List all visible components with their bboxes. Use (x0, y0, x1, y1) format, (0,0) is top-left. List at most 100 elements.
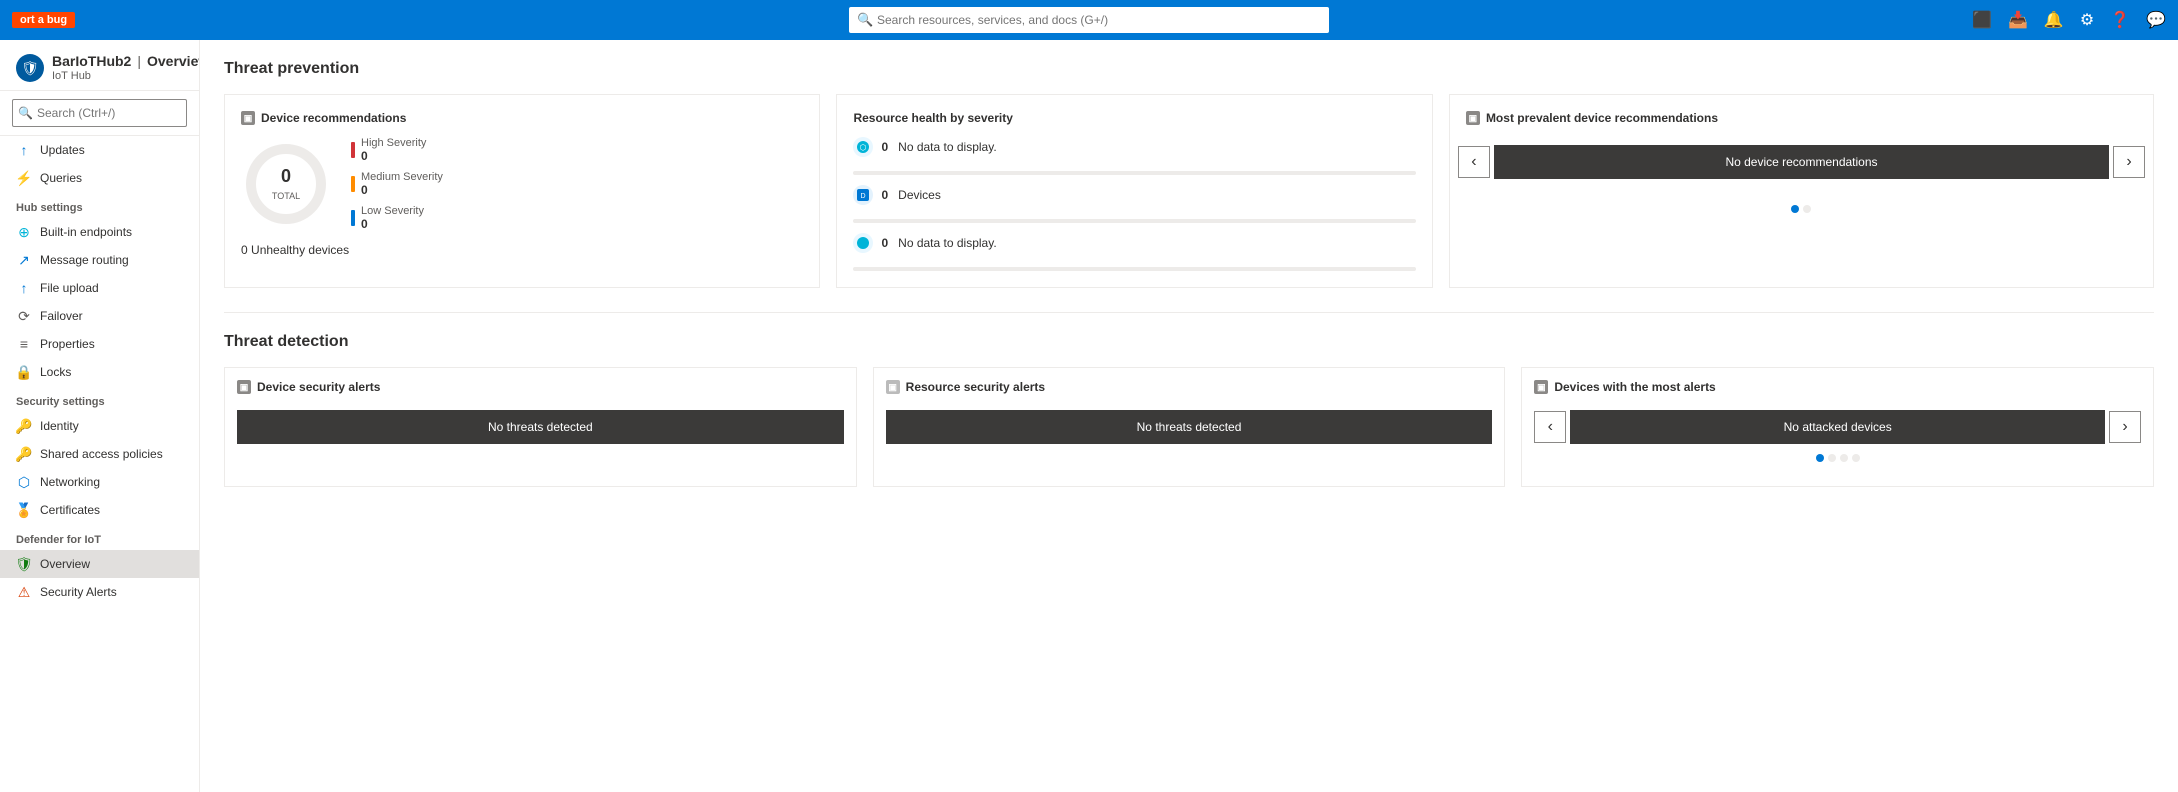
sidebar-item-properties[interactable]: ≡ Properties (0, 330, 199, 358)
next-recommendation-button[interactable]: › (2113, 146, 2145, 178)
attacked-dot-3 (1852, 454, 1860, 462)
attacked-dot-0 (1816, 454, 1824, 462)
low-severity-count: 0 (361, 217, 424, 231)
resource-health-title: Resource health by severity (853, 111, 1415, 125)
severity-medium: Medium Severity 0 (351, 171, 443, 197)
sidebar-item-label: Security Alerts (40, 585, 117, 599)
sidebar-item-locks[interactable]: 🔒 Locks (0, 358, 199, 386)
unhealthy-value: 0 (241, 243, 248, 257)
sidebar-item-label: Queries (40, 171, 82, 185)
locks-icon: 🔒 (16, 364, 32, 380)
no-attacked-devices-button[interactable]: No attacked devices (1570, 410, 2105, 444)
device-rec-title-icon: ▣ (241, 111, 255, 125)
high-severity-count: 0 (361, 149, 426, 163)
health-svg-0: ⬡ (856, 140, 870, 154)
sidebar-item-overview[interactable]: 🛡 Overview (0, 550, 199, 578)
portal-feedback-icon[interactable]: 📥 (2008, 10, 2028, 30)
resource-type: IoT Hub (52, 70, 200, 82)
no-threats-detected-button-2[interactable]: No threats detected (886, 410, 1493, 444)
sidebar-item-identity[interactable]: 🔑 Identity (0, 412, 199, 440)
svg-text:D: D (861, 193, 866, 200)
sidebar-item-file-upload[interactable]: ↑ File upload (0, 274, 199, 302)
health-bar-2 (853, 267, 1415, 271)
resource-header: 🛡 BarIoTHub2 | Overview ... IoT Hub ✕ (0, 40, 199, 91)
sidebar-item-security-alerts[interactable]: ⚠ Security Alerts (0, 578, 199, 606)
sidebar-item-label: Message routing (40, 253, 129, 267)
help-icon[interactable]: ❓ (2110, 10, 2130, 30)
sidebar-search-icon: 🔍 (18, 106, 33, 120)
device-recommendations-card: ▣ Device recommendations 0 TOTAL (224, 94, 820, 288)
severity-high: High Severity 0 (351, 137, 443, 163)
notifications-icon[interactable]: 🔔 (2044, 10, 2064, 30)
sidebar-item-built-in-endpoints[interactable]: ⊕ Built-in endpoints (0, 218, 199, 246)
most-prevalent-title: ▣ Most prevalent device recommendations (1466, 111, 2137, 125)
health-item-2: 0 No data to display. (853, 233, 1415, 253)
resource-separator: | (137, 53, 141, 69)
sidebar-item-shared-access-policies[interactable]: 🔑 Shared access policies (0, 440, 199, 468)
dot-0 (1791, 205, 1799, 213)
medium-severity-bar (351, 176, 355, 192)
search-input[interactable] (849, 7, 1329, 33)
prev-attacked-device-button[interactable]: ‹ (1534, 411, 1566, 443)
sidebar-item-label: Networking (40, 475, 100, 489)
file-upload-icon: ↑ (16, 280, 32, 296)
sidebar-item-label: Locks (40, 365, 71, 379)
settings-icon[interactable]: ⚙ (2080, 10, 2094, 30)
attacked-dot-1 (1828, 454, 1836, 462)
attacked-dot-2 (1840, 454, 1848, 462)
sidebar-item-updates[interactable]: ↑ Updates (0, 136, 199, 164)
health-label-1: Devices (898, 188, 941, 202)
svg-text:⬡: ⬡ (860, 143, 867, 152)
health-list: ⬡ 0 No data to display. D (853, 137, 1415, 271)
resource-health-card: Resource health by severity ⬡ 0 No d (836, 94, 1432, 288)
health-count-0: 0 (881, 140, 888, 154)
donut-value: 0 (272, 166, 300, 187)
sidebar-item-networking[interactable]: ⬡ Networking (0, 468, 199, 496)
attacked-devices-dots (1534, 454, 2141, 462)
most-prevalent-icon: ▣ (1466, 111, 1480, 125)
no-threats-detected-button-1[interactable]: No threats detected (237, 410, 844, 444)
networking-icon: ⬡ (16, 474, 32, 490)
hub-settings-label: Hub settings (0, 192, 199, 218)
device-security-alerts-title: ▣ Device security alerts (237, 380, 844, 394)
unhealthy-text: 0 Unhealthy devices (241, 243, 803, 257)
medium-severity-count: 0 (361, 183, 443, 197)
donut-section: 0 TOTAL High Severity 0 (241, 137, 803, 231)
overview-icon: 🛡 (16, 556, 32, 572)
sidebar-search-container: 🔍 (0, 91, 199, 136)
resource-health-title-text: Resource health by severity (853, 111, 1012, 125)
health-item-1: D 0 Devices (853, 185, 1415, 205)
threat-prevention-title: Threat prevention (224, 60, 2154, 78)
cloud-shell-icon[interactable]: ⬛ (1972, 10, 1992, 30)
attacked-devices-content: No attacked devices (1570, 410, 2105, 444)
sidebar-item-label: Shared access policies (40, 447, 163, 461)
low-severity-bar (351, 210, 355, 226)
bug-report-button[interactable]: ort a bug (12, 12, 75, 28)
defender-label: Defender for IoT (0, 524, 199, 550)
sidebar-nav: ↑ Updates ⚡ Queries Hub settings ⊕ Built… (0, 136, 199, 606)
sidebar-item-message-routing[interactable]: ↗ Message routing (0, 246, 199, 274)
resource-alerts-icon: ▣ (886, 380, 900, 394)
sidebar-item-queries[interactable]: ⚡ Queries (0, 164, 199, 192)
health-icon-1: D (853, 185, 873, 205)
resource-icon: 🛡 (16, 54, 44, 82)
security-settings-label: Security settings (0, 386, 199, 412)
sidebar-item-certificates[interactable]: 🏅 Certificates (0, 496, 199, 524)
sidebar-item-failover[interactable]: ⟳ Failover (0, 302, 199, 330)
sidebar-section-general: ↑ Updates ⚡ Queries (0, 136, 199, 192)
prev-recommendation-button[interactable]: ‹ (1458, 146, 1490, 178)
devices-most-alerts-title-text: Devices with the most alerts (1554, 380, 1715, 394)
recommendation-content: No device recommendations (1494, 145, 2109, 179)
iot-hub-icon: 🛡 (21, 60, 39, 77)
no-device-recommendations-button[interactable]: No device recommendations (1494, 145, 2109, 179)
resource-alerts-title-text: Resource security alerts (906, 380, 1045, 394)
dot-1 (1803, 205, 1811, 213)
sidebar-search-input[interactable] (12, 99, 187, 127)
high-severity-bar (351, 142, 355, 158)
shared-access-policies-icon: 🔑 (16, 446, 32, 462)
next-attacked-device-button[interactable]: › (2109, 411, 2141, 443)
resource-title-group: BarIoTHub2 | Overview ... IoT Hub (52, 52, 200, 82)
queries-icon: ⚡ (16, 170, 32, 186)
feedback-icon[interactable]: 💬 (2146, 10, 2166, 30)
topbar: ort a bug 🔍 ⬛ 📥 🔔 ⚙ ❓ 💬 (0, 0, 2178, 40)
